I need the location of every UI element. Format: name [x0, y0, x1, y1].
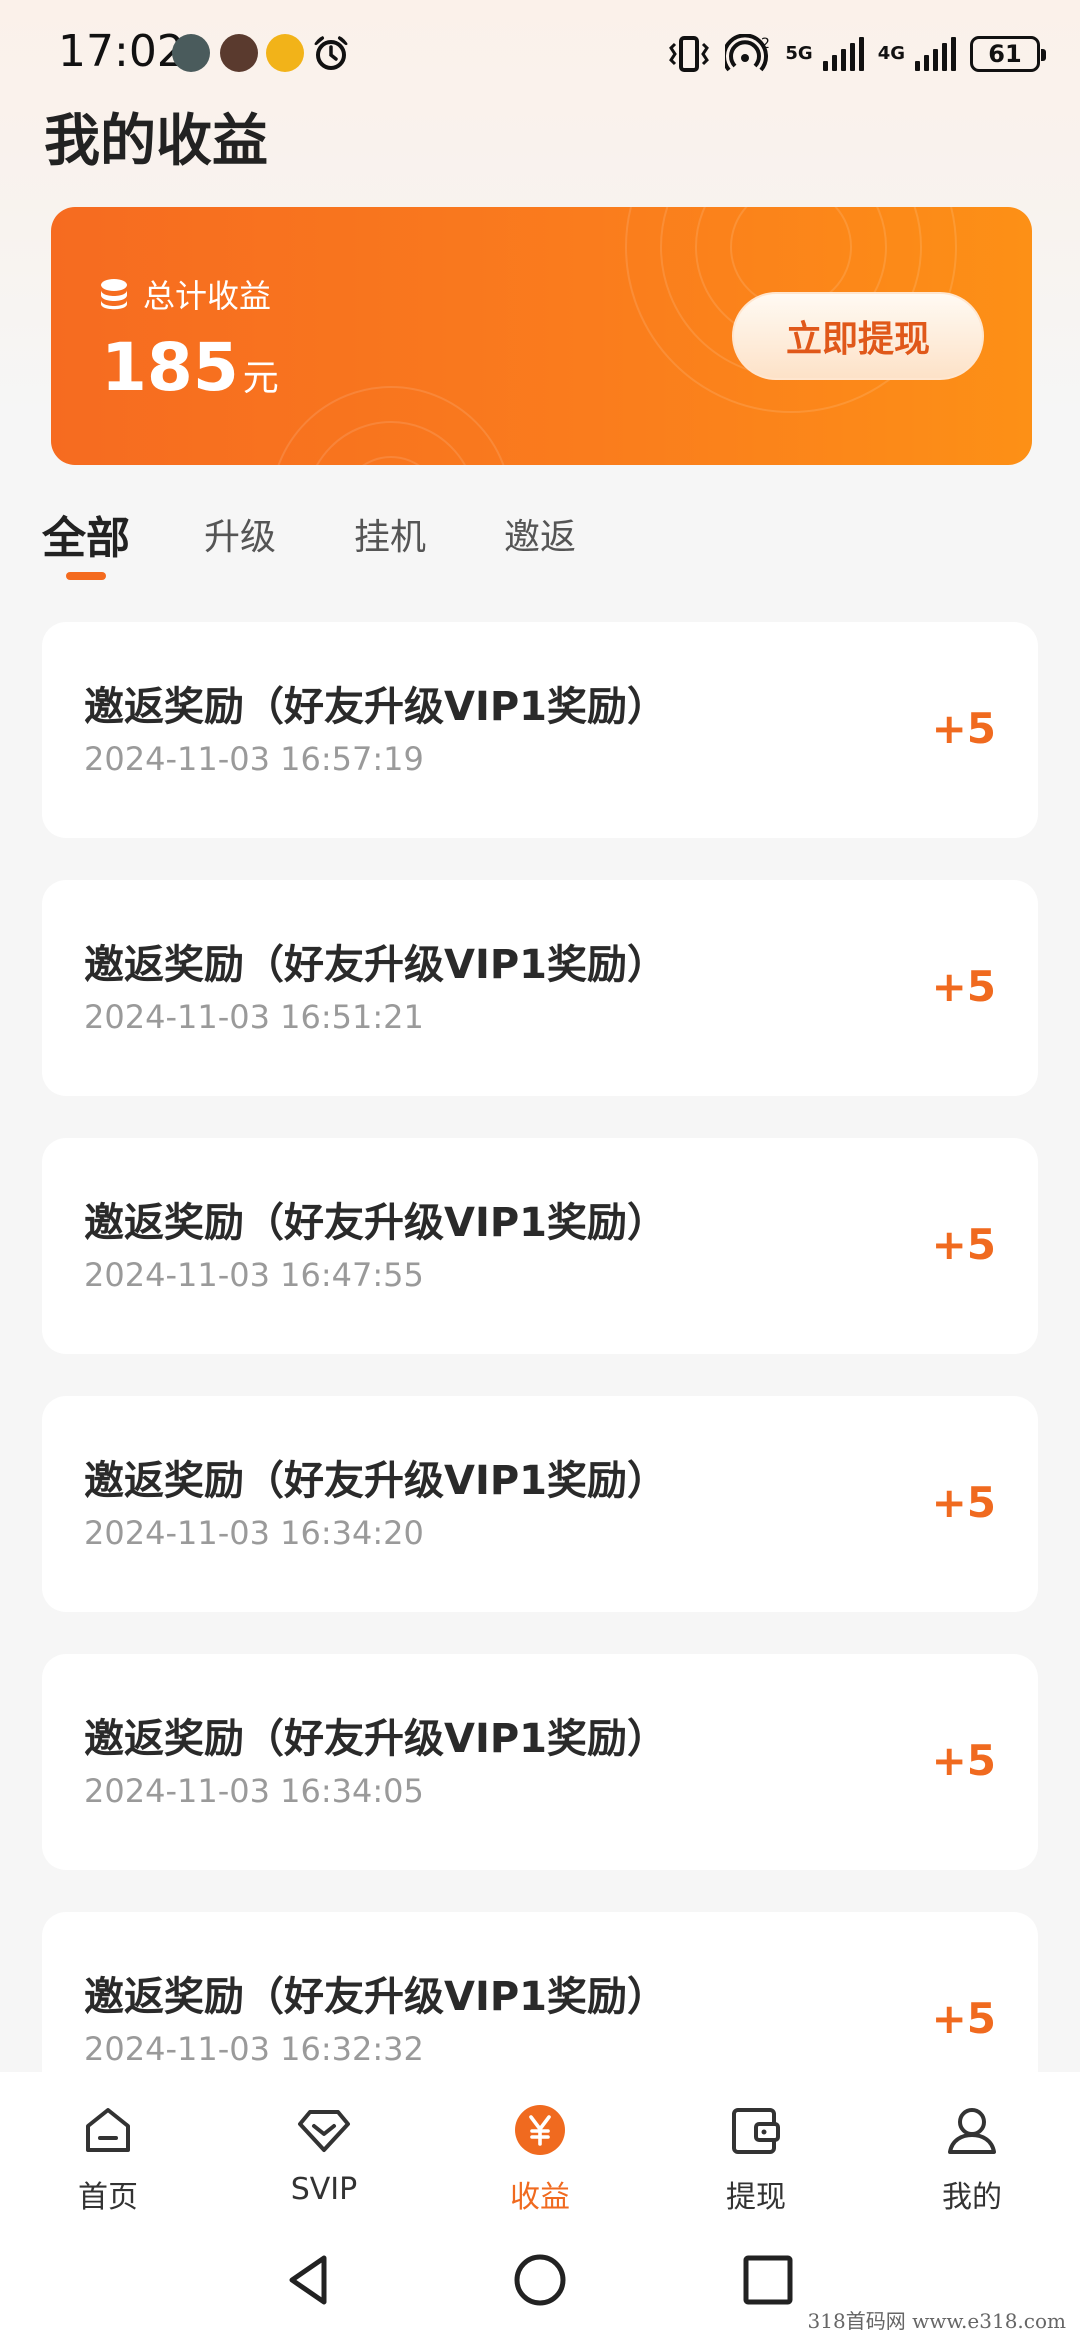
notification-app-icon [220, 34, 258, 72]
nav-label-withdraw: 提现 [726, 2180, 786, 2215]
record-amount: +5 [931, 962, 996, 1011]
record-time: 2024-11-03 16:47:55 [84, 1256, 424, 1294]
user-icon [948, 2108, 996, 2154]
record-title: 邀返奖励（好友升级VIP1奖励） [84, 942, 667, 988]
list-item: 邀返奖励（好友升级VIP1奖励） 2024-11-03 16:47:55 +5 [42, 1138, 1038, 1354]
withdraw-now-button[interactable]: 立即提现 [732, 292, 984, 380]
record-time: 2024-11-03 16:57:19 [84, 740, 424, 778]
earnings-filter-tabs: 全部 升级 挂机 邀返 [0, 500, 1080, 590]
list-item: 邀返奖励（好友升级VIP1奖励） 2024-11-03 16:34:05 +5 [42, 1654, 1038, 1870]
recents-icon[interactable] [738, 2250, 798, 2310]
status-time: 17:02 [58, 26, 185, 77]
earnings-record-list[interactable]: 邀返奖励（好友升级VIP1奖励） 2024-11-03 16:57:19 +5 … [42, 622, 1038, 2072]
diamond-icon [298, 2110, 350, 2152]
bottom-navigation: 首页 SVIP 收益 提现 我的 [0, 2072, 1080, 2230]
record-title: 邀返奖励（好友升级VIP1奖励） [84, 1200, 667, 1246]
home-icon [86, 2108, 130, 2152]
list-item: 邀返奖励（好友升级VIP1奖励） 2024-11-03 16:57:19 +5 [42, 622, 1038, 838]
active-tab-indicator [66, 572, 106, 580]
record-title: 邀返奖励（好友升级VIP1奖励） [84, 1716, 667, 1762]
total-earnings-value: 185 元 [101, 329, 279, 406]
nav-label-svip: SVIP [290, 2172, 358, 2207]
record-amount: +5 [931, 1478, 996, 1527]
svg-text:2: 2 [761, 36, 770, 52]
total-earnings-card: 总计收益 185 元 立即提现 [51, 207, 1032, 465]
nav-item-svip[interactable]: SVIP [216, 2072, 432, 2230]
alarm-icon [314, 36, 348, 70]
earnings-label-row: 总计收益 [99, 271, 271, 317]
wallet-icon [732, 2108, 780, 2154]
record-time: 2024-11-03 16:34:05 [84, 1772, 424, 1810]
nav-label-earnings: 收益 [510, 2180, 570, 2215]
record-time: 2024-11-03 16:51:21 [84, 998, 424, 1036]
total-earnings-label: 总计收益 [143, 277, 272, 315]
record-amount: +5 [931, 1994, 996, 2043]
record-amount: +5 [931, 1736, 996, 1785]
yen-icon [515, 2105, 565, 2155]
record-title: 邀返奖励（好友升级VIP1奖励） [84, 1458, 667, 1504]
status-right: 2 5G 4G 61 [667, 30, 1046, 78]
list-item: 邀返奖励（好友升级VIP1奖励） 2024-11-03 16:51:21 +5 [42, 880, 1038, 1096]
page-title: 我的收益 [44, 109, 268, 174]
record-time: 2024-11-03 16:32:32 [84, 2030, 424, 2068]
tab-upgrade[interactable]: 升级 [204, 508, 276, 560]
tab-invite-rebate[interactable]: 邀返 [504, 508, 576, 560]
back-icon[interactable] [280, 2250, 340, 2310]
hotspot-icon: 2 [725, 34, 770, 72]
battery-icon: 61 [970, 36, 1046, 72]
nav-item-home[interactable]: 首页 [0, 2072, 216, 2230]
nav-label-home: 首页 [78, 2180, 138, 2215]
coins-icon [101, 279, 127, 310]
earnings-unit: 元 [242, 358, 279, 399]
nav-item-withdraw[interactable]: 提现 [648, 2072, 864, 2230]
nav-item-earnings[interactable]: 收益 [432, 2072, 648, 2230]
signal-4g-icon [915, 37, 956, 71]
list-item: 邀返奖励（好友升级VIP1奖励） 2024-11-03 16:34:20 +5 [42, 1396, 1038, 1612]
record-amount: +5 [931, 704, 996, 753]
battery-level: 61 [988, 40, 1022, 68]
signal-5g-icon [822, 37, 864, 71]
system-navigation-bar: 318首码网 www.e318.com [0, 2230, 1080, 2340]
home-circle-icon[interactable] [510, 2250, 570, 2310]
weibo-icon [266, 34, 304, 72]
record-title: 邀返奖励（好友升级VIP1奖励） [84, 684, 667, 730]
record-amount: +5 [931, 1220, 996, 1269]
tab-all[interactable]: 全部 [42, 502, 130, 566]
watermark: 318首码网 www.e318.com [807, 2309, 1066, 2333]
vibrate-icon [669, 36, 710, 72]
earnings-amount: 185 [101, 329, 239, 406]
record-title: 邀返奖励（好友升级VIP1奖励） [84, 1974, 667, 2020]
nav-item-mine[interactable]: 我的 [864, 2072, 1080, 2230]
network-type-5g: 5G [785, 43, 813, 64]
status-bar: 17:02 2 5G 4G 61 [0, 0, 1080, 104]
nav-label-mine: 我的 [942, 2180, 1002, 2215]
list-item: 邀返奖励（好友升级VIP1奖励） 2024-11-03 16:32:32 +5 [42, 1912, 1038, 2072]
tab-idle[interactable]: 挂机 [354, 508, 426, 560]
record-time: 2024-11-03 16:34:20 [84, 1514, 424, 1552]
notification-app-icon [172, 34, 210, 72]
network-type-4g: 4G [877, 43, 905, 64]
